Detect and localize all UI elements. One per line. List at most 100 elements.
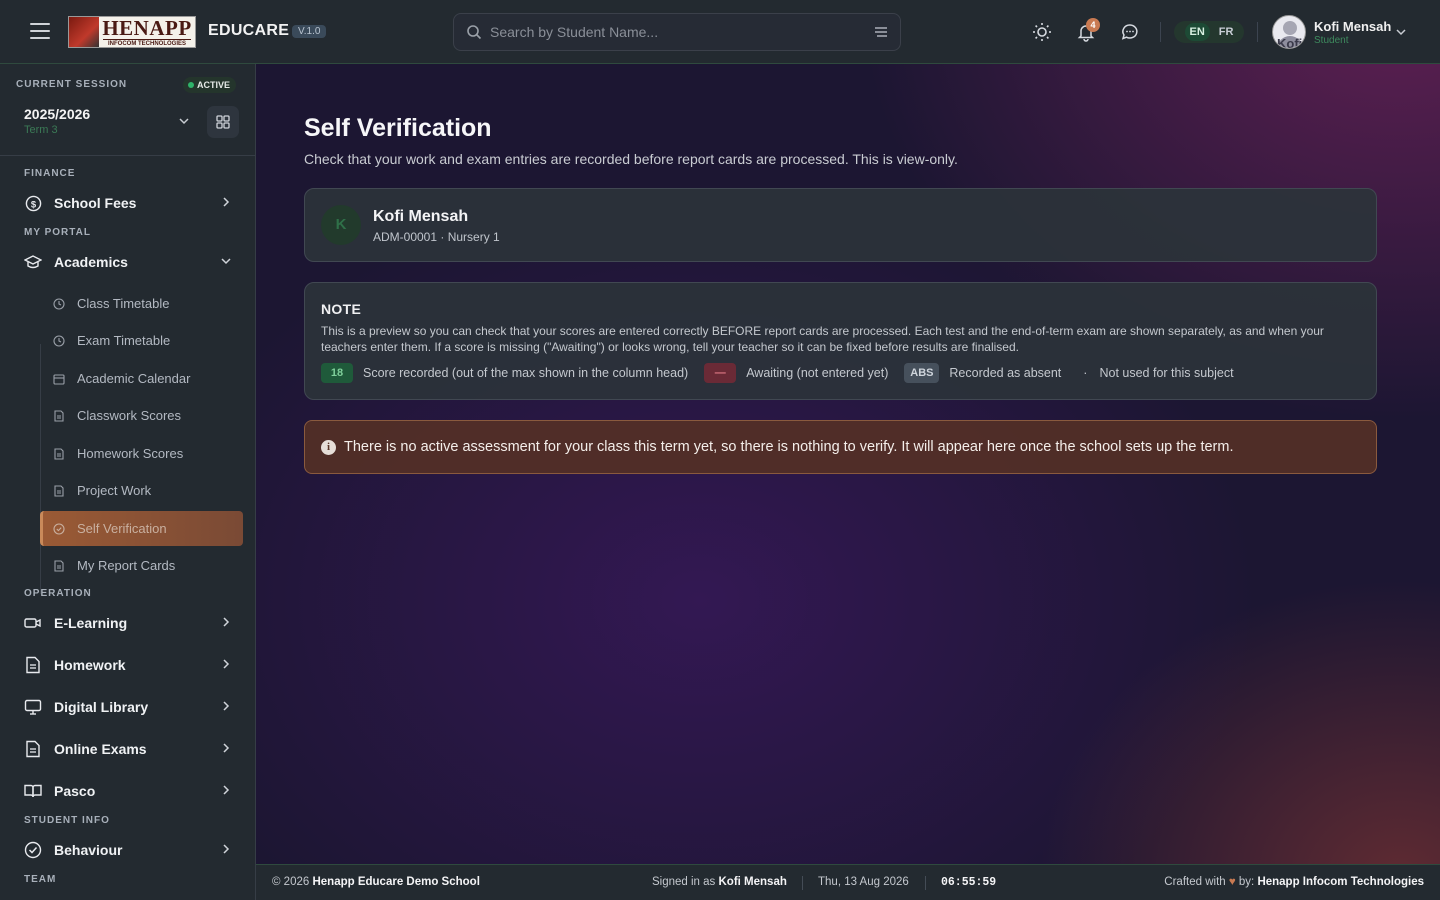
chevron-down-icon[interactable] — [178, 115, 190, 127]
sidebar-subitem-class-timetable[interactable]: Class Timetable — [40, 286, 243, 321]
chevron-down-icon — [221, 258, 231, 265]
legend-label-absent: Recorded as absent — [949, 366, 1062, 380]
sidebar-item-school-fees[interactable]: $ School Fees — [24, 188, 236, 218]
chevron-right-icon — [223, 617, 230, 627]
sidebar-subitem-my-report-cards[interactable]: My Report Cards — [40, 548, 243, 583]
document-icon — [24, 656, 42, 674]
sidebar-item-pasco[interactable]: Pasco — [24, 776, 236, 806]
heart-icon: ♥ — [1228, 876, 1236, 888]
sidebar-item-academics[interactable]: Academics — [24, 247, 236, 277]
theme-toggle-icon[interactable] — [1032, 22, 1052, 42]
sidebar-subitem-classwork-scores[interactable]: Classwork Scores — [40, 398, 243, 433]
legend-chip-absent: ABS — [904, 363, 940, 383]
note-heading: NOTE — [321, 301, 362, 317]
alert-text: There is no active assessment for your c… — [344, 439, 1234, 455]
clock-icon — [53, 334, 65, 347]
session-year: 2025/2026 — [24, 106, 91, 122]
filter-icon[interactable] — [874, 25, 888, 39]
section-operation: OPERATION — [24, 588, 92, 599]
session-selector[interactable]: 2025/2026 Term 3 — [16, 100, 198, 144]
grid-icon — [216, 115, 230, 129]
session-status-badge: ACTIVE — [183, 77, 237, 93]
dollar-icon: $ — [24, 194, 42, 212]
video-camera-icon — [24, 614, 42, 632]
app-name: EDUCARE — [208, 22, 290, 39]
document-icon — [53, 447, 65, 460]
chevron-right-icon — [223, 743, 230, 753]
document-icon — [24, 740, 42, 758]
chevron-right-icon — [223, 785, 230, 795]
calendar-icon — [53, 373, 65, 385]
lang-fr-button[interactable]: FR — [1219, 26, 1234, 38]
section-finance: FINANCE — [24, 168, 76, 179]
svg-text:$: $ — [30, 199, 36, 210]
footer-school-name: Henapp Educare Demo School — [312, 876, 480, 888]
note-text: This is a preview so you can check that … — [321, 324, 1324, 354]
sidebar-subitem-self-verification[interactable]: Self Verification — [40, 511, 243, 546]
sidebar-item-online-exams[interactable]: Online Exams — [24, 734, 236, 764]
section-team: TEAM — [24, 874, 57, 885]
graduation-cap-icon — [24, 253, 42, 271]
sidebar-subitem-exam-timetable[interactable]: Exam Timetable — [40, 323, 243, 358]
lang-en-button[interactable]: EN — [1184, 23, 1210, 41]
check-circle-icon — [24, 841, 42, 859]
company-logo[interactable]: HENAPP INFOCOM TECHNOLOGIES — [68, 16, 196, 48]
sidebar-subitem-academic-calendar[interactable]: Academic Calendar — [40, 361, 243, 396]
legend-label-recorded: Score recorded (out of the max shown in … — [363, 366, 689, 380]
student-meta: ADM-00001 · Nursery 1 — [373, 230, 500, 244]
document-icon — [53, 559, 65, 572]
user-role: Student — [1314, 35, 1349, 46]
info-icon: i — [321, 440, 336, 455]
legend: 18 Score recorded (out of the max shown … — [321, 363, 1234, 383]
version-badge: V.1.0 — [292, 25, 327, 38]
chevron-right-icon — [223, 701, 230, 711]
footer-signed-in-user: Kofi Mensah — [718, 876, 787, 888]
search-input[interactable] — [490, 14, 860, 50]
user-name[interactable]: Kofi Mensah — [1314, 19, 1391, 34]
legend-chip-not-used: · — [1083, 366, 1088, 380]
no-assessment-alert: i There is no active assessment for your… — [304, 420, 1377, 474]
footer-clock: 06:55:59 — [941, 876, 997, 889]
user-menu-chevron-icon[interactable] — [1395, 26, 1407, 38]
section-my-portal: MY PORTAL — [24, 227, 91, 238]
chevron-right-icon — [223, 659, 230, 669]
sidebar-subitem-project-work[interactable]: Project Work — [40, 473, 243, 508]
user-avatar[interactable]: Kofi — [1272, 15, 1306, 49]
menu-toggle-icon[interactable] — [30, 23, 50, 41]
page-title: Self Verification — [304, 114, 492, 142]
student-name: Kofi Mensah — [373, 208, 469, 225]
footer-company[interactable]: Henapp Infocom Technologies — [1257, 876, 1424, 888]
session-term: Term 3 — [24, 124, 58, 136]
search-bar — [453, 13, 901, 51]
search-icon — [467, 25, 482, 40]
note-card: NOTE This is a preview so you can check … — [304, 282, 1377, 400]
legend-chip-awaiting: — — [704, 363, 737, 383]
footer: © 2026 Henapp Educare Demo School Signed… — [256, 864, 1440, 900]
footer-date: Thu, 13 Aug 2026 — [818, 876, 909, 888]
chevron-right-icon — [223, 844, 230, 854]
open-book-icon — [24, 782, 42, 800]
notification-count-badge: 4 — [1086, 18, 1100, 32]
monitor-icon — [24, 698, 42, 716]
document-icon — [53, 409, 65, 422]
document-icon — [53, 484, 65, 497]
language-switcher: EN FR — [1174, 21, 1244, 43]
section-student-info: STUDENT INFO — [24, 815, 110, 826]
student-avatar: K — [321, 205, 361, 245]
session-panel: CURRENT SESSION ACTIVE 2025/2026 Term 3 — [0, 64, 255, 156]
legend-label-not-used: Not used for this subject — [1099, 366, 1234, 380]
chat-icon[interactable] — [1120, 22, 1140, 42]
sidebar-item-e-learning[interactable]: E-Learning — [24, 608, 236, 638]
apps-grid-button[interactable] — [207, 106, 239, 138]
student-card: K Kofi Mensah ADM-00001 · Nursery 1 — [304, 188, 1377, 262]
sidebar: CURRENT SESSION ACTIVE 2025/2026 Term 3 … — [0, 64, 256, 900]
clock-icon — [53, 297, 65, 310]
legend-label-awaiting: Awaiting (not entered yet) — [746, 366, 889, 380]
top-bar: HENAPP INFOCOM TECHNOLOGIES EDUCARE V.1.… — [0, 0, 1440, 64]
sidebar-subitem-homework-scores[interactable]: Homework Scores — [40, 436, 243, 471]
check-circle-icon — [53, 522, 65, 535]
sidebar-item-homework[interactable]: Homework — [24, 650, 236, 680]
sidebar-item-behaviour[interactable]: Behaviour — [24, 835, 236, 865]
sidebar-item-digital-library[interactable]: Digital Library — [24, 692, 236, 722]
page-description: Check that your work and exam entries ar… — [304, 151, 958, 167]
